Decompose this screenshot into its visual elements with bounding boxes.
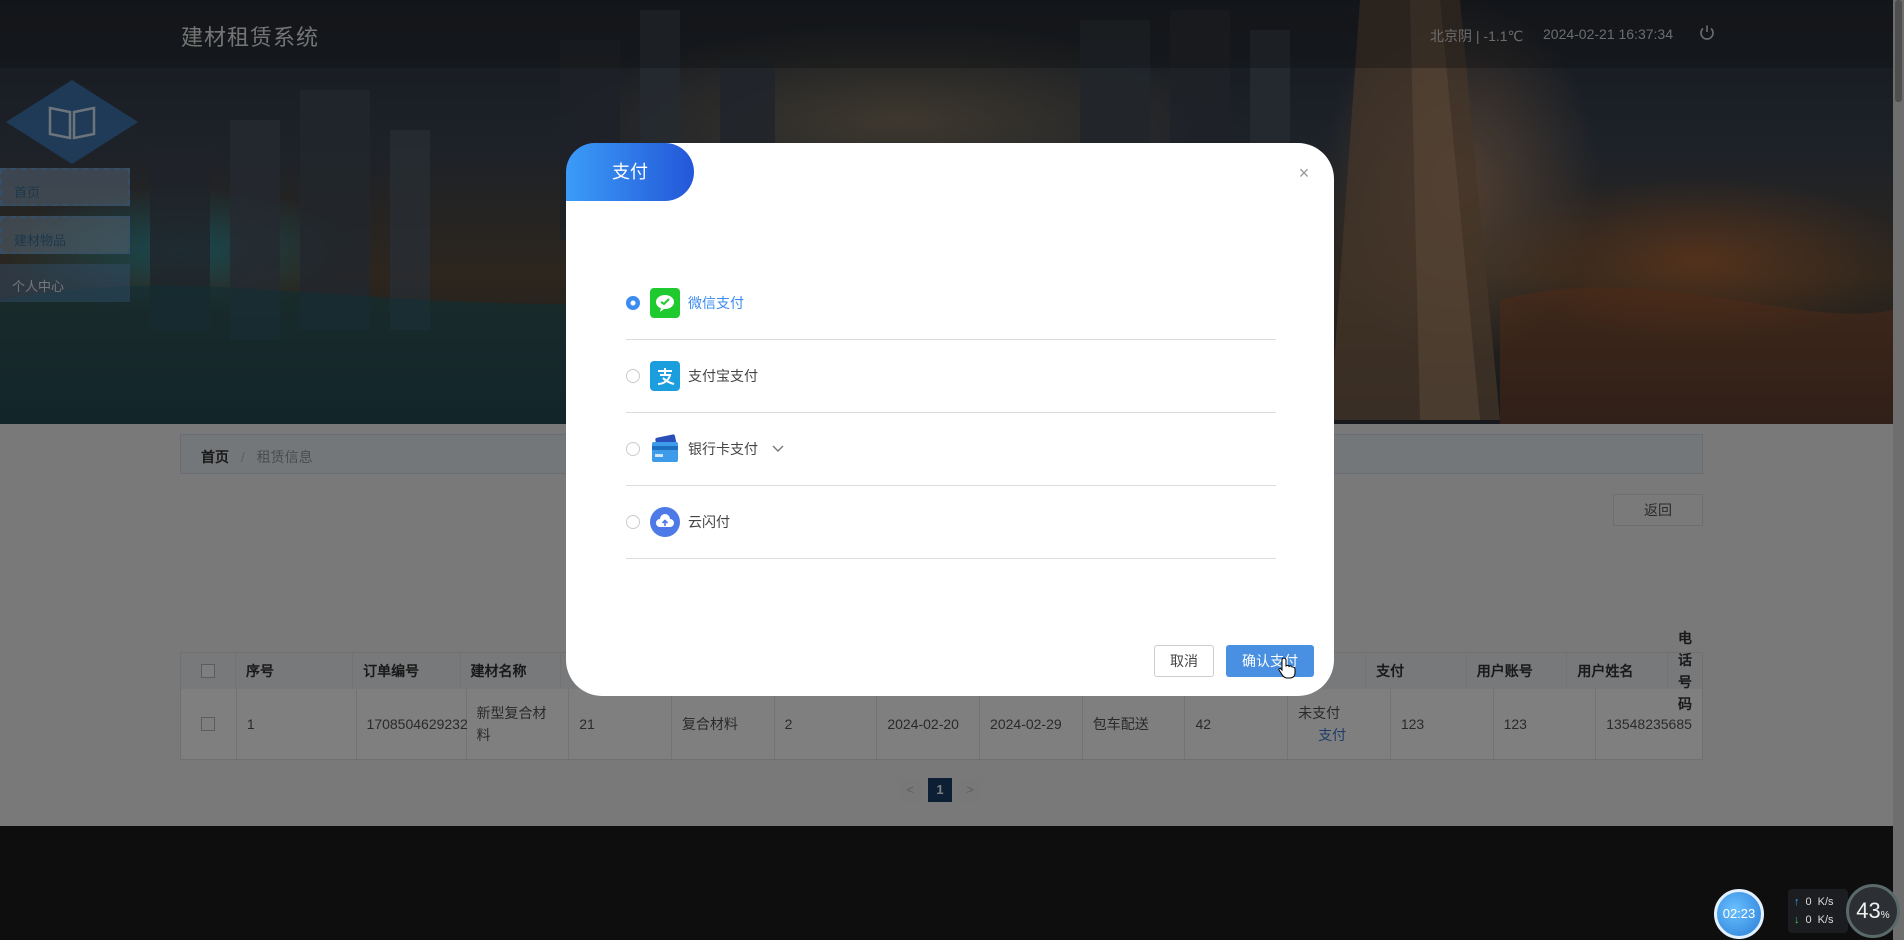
payment-option-label: 支付宝支付 xyxy=(688,368,758,384)
dialog-title: 支付 xyxy=(566,143,694,201)
payment-option-unionpay[interactable]: 云闪付 xyxy=(626,486,1276,559)
alipay-icon xyxy=(650,361,680,391)
payment-dialog: 支付 × 微信支付 支付宝支付 银行卡支付 云闪付 取消 确认支付 xyxy=(566,143,1334,696)
payment-option-alipay[interactable]: 支付宝支付 xyxy=(626,340,1276,413)
upload-speed: 0 xyxy=(1805,896,1812,908)
network-speed-widget: ↑ 0 K/s ↓ 0 K/s xyxy=(1788,889,1848,933)
unionpay-cloud-icon xyxy=(650,507,680,537)
cpu-usage-widget[interactable]: 43% xyxy=(1846,884,1900,938)
download-arrow-icon: ↓ xyxy=(1794,914,1800,926)
timer-widget[interactable]: 02:23 xyxy=(1714,889,1764,939)
payment-option-label: 银行卡支付 xyxy=(688,441,758,457)
cancel-button[interactable]: 取消 xyxy=(1154,645,1214,677)
payment-option-label: 云闪付 xyxy=(688,514,730,530)
chevron-down-icon[interactable] xyxy=(772,442,784,456)
confirm-payment-button[interactable]: 确认支付 xyxy=(1226,645,1314,677)
bank-card-icon xyxy=(650,434,680,464)
cpu-usage-unit: % xyxy=(1880,910,1890,921)
cpu-usage-value: 43 xyxy=(1856,898,1881,923)
payment-options: 微信支付 支付宝支付 银行卡支付 云闪付 xyxy=(626,267,1276,559)
radio-bank-card[interactable] xyxy=(626,442,640,456)
wechat-pay-icon xyxy=(650,288,680,318)
download-unit: K/s xyxy=(1817,914,1834,926)
upload-unit: K/s xyxy=(1817,896,1834,908)
radio-alipay[interactable] xyxy=(626,369,640,383)
radio-wechat[interactable] xyxy=(626,296,640,310)
download-speed: 0 xyxy=(1805,914,1812,926)
payment-option-bank-card[interactable]: 银行卡支付 xyxy=(626,413,1276,486)
payment-option-wechat[interactable]: 微信支付 xyxy=(626,267,1276,340)
upload-arrow-icon: ↑ xyxy=(1794,896,1800,908)
close-icon[interactable]: × xyxy=(1296,164,1312,182)
payment-option-label: 微信支付 xyxy=(688,295,744,311)
radio-unionpay[interactable] xyxy=(626,515,640,529)
hand-cursor-icon xyxy=(1278,657,1296,679)
